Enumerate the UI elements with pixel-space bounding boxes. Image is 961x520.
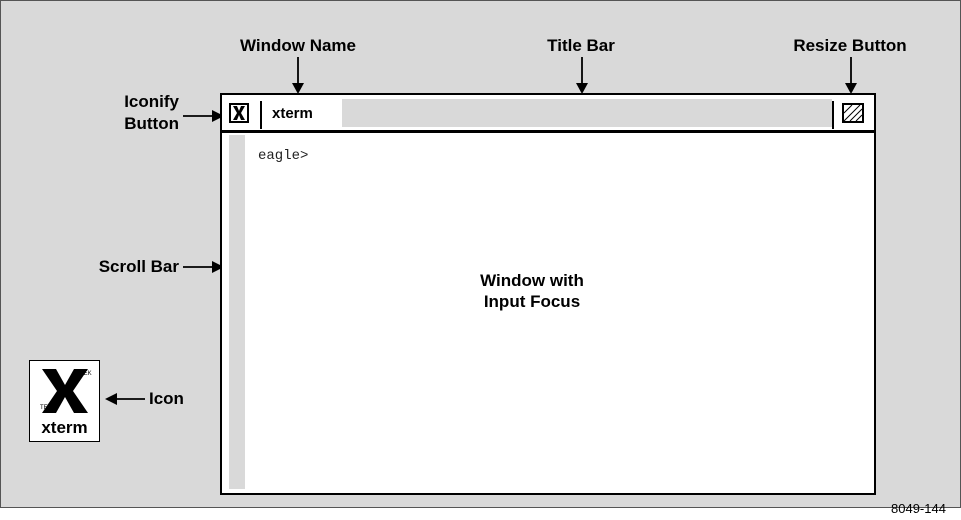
- right-arrow-icon: [183, 261, 224, 273]
- xterm-x-logo-icon: TEK TEK: [40, 369, 92, 413]
- callout-iconify-line2: Button: [124, 114, 179, 133]
- resize-box-icon: [844, 105, 862, 121]
- terminal-prompt[interactable]: eagle>: [258, 148, 308, 164]
- iconify-button[interactable]: [229, 103, 249, 123]
- title-bar-fill[interactable]: [342, 99, 832, 127]
- callout-iconify-line1: Iconify: [124, 92, 179, 111]
- right-arrow-icon: [183, 110, 224, 122]
- left-arrow-icon: [105, 393, 145, 405]
- callout-title-bar: Title Bar: [547, 36, 615, 55]
- down-arrow-icon: [845, 57, 857, 94]
- xterm-window[interactable]: xterm eagle> Window with Input Focus: [220, 93, 876, 495]
- down-arrow-icon: [292, 57, 304, 94]
- diagram-figure: Window Name Title Bar Resize Button Icon…: [0, 0, 961, 508]
- scroll-bar[interactable]: [229, 135, 245, 489]
- iconify-x-icon: [233, 106, 245, 120]
- focus-label: Window with Input Focus: [442, 270, 622, 312]
- focus-label-line1: Window with: [480, 271, 584, 290]
- icon-badge-bottom: TEK: [40, 405, 52, 411]
- callout-resize-button: Resize Button: [793, 36, 907, 55]
- resize-button[interactable]: [842, 103, 864, 123]
- figure-number: 8049-144: [891, 501, 946, 516]
- window-name: xterm: [272, 105, 313, 122]
- callout-icon: Icon: [149, 389, 184, 408]
- callout-scroll-bar: Scroll Bar: [98, 257, 179, 276]
- callout-iconify-button: Iconify Button: [91, 91, 179, 135]
- down-arrow-icon: [576, 57, 588, 94]
- icon-label: xterm: [41, 418, 88, 437]
- title-separator: [260, 101, 262, 129]
- callout-window-name: Window Name: [239, 36, 357, 55]
- title-separator: [832, 101, 834, 129]
- icon-badge-top: TEK: [80, 371, 92, 377]
- xterm-icon[interactable]: TEK TEK xterm: [29, 360, 100, 442]
- title-bar[interactable]: xterm: [222, 95, 874, 133]
- focus-label-line2: Input Focus: [483, 292, 581, 311]
